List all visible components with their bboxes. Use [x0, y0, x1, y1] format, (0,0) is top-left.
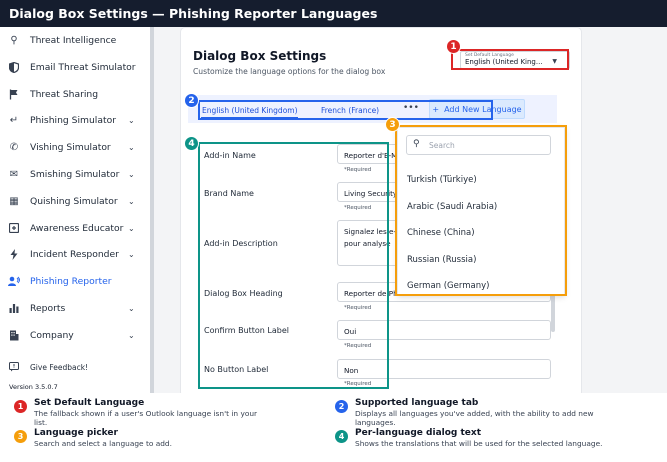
sidebar-item-phishing-simulator[interactable]: ↵ Phishing Simulator ⌄ [0, 107, 150, 133]
bar-chart-icon [8, 302, 20, 314]
sms-icon: ✉ [9, 168, 19, 180]
sidebar-item-label: Email Threat Simulator [30, 61, 136, 73]
legend-title: Supported language tab [355, 398, 479, 408]
legend-description: Displays all languages you've added, wit… [355, 409, 594, 427]
give-feedback-link[interactable]: Give Feedback! [0, 354, 150, 380]
bolt-icon [8, 248, 20, 260]
sidebar-item-company[interactable]: Company ⌄ [0, 322, 150, 348]
sidebar-item-label: Phishing Simulator [30, 114, 116, 126]
main-content: Dialog Box Settings Customize the langua… [154, 27, 667, 393]
callout-box-3 [395, 125, 567, 296]
sidebar-item-vishing-simulator[interactable]: ✆ Vishing Simulator ⌄ [0, 134, 150, 160]
legend: 1 Set Default Language The fallback show… [0, 393, 667, 462]
sidebar-item-label: Awareness Educator [30, 222, 124, 234]
chevron-down-icon[interactable]: ⌄ [128, 197, 135, 206]
legend-description: Search and select a language to add. [34, 439, 172, 448]
shield-icon [8, 61, 20, 73]
sidebar-item-threat-sharing[interactable]: Threat Sharing [0, 81, 150, 107]
sidebar-item-label: Vishing Simulator [30, 141, 111, 153]
legend-description: The fallback shown if a user's Outlook l… [34, 409, 258, 427]
sidebar-item-label: Company [30, 329, 74, 341]
callout-badge-3: 3 [385, 117, 400, 132]
sidebar-item-email-threat-simulator[interactable]: Email Threat Simulator [0, 54, 150, 80]
legend-title: Language picker [34, 428, 118, 438]
callout-box-2 [198, 100, 493, 120]
sidebar: ⚲ Threat Intelligence Email Threat Simul… [0, 27, 150, 393]
legend-badge: 3 [14, 430, 27, 443]
chevron-down-icon[interactable]: ⌄ [128, 250, 135, 259]
legend-title: Per-language dialog text [355, 428, 481, 438]
legend-badge: 2 [335, 400, 348, 413]
sidebar-item-quishing-simulator[interactable]: ▦ Quishing Simulator ⌄ [0, 188, 150, 214]
user-report-icon [8, 275, 20, 287]
sidebar-item-label: Reports [30, 302, 66, 314]
legend-badge: 4 [335, 430, 348, 443]
card-subtitle: Customize the language options for the d… [193, 67, 386, 76]
callout-box-1 [451, 49, 569, 70]
chevron-down-icon[interactable]: ⌄ [128, 331, 135, 340]
sidebar-item-label: Threat Intelligence [30, 34, 117, 46]
callout-badge-1: 1 [446, 39, 461, 54]
building-icon [8, 329, 20, 341]
sidebar-item-label: Smishing Simulator [30, 168, 120, 180]
sidebar-item-phishing-reporter[interactable]: Phishing Reporter [0, 268, 150, 294]
version-label: Version 3.5.0.7 [9, 383, 58, 391]
sidebar-item-awareness-educator[interactable]: Awareness Educator ⌄ [0, 215, 150, 241]
legend-description: Shows the translations that will be used… [355, 439, 603, 448]
flag-icon [8, 88, 20, 100]
card-title: Dialog Box Settings [193, 49, 327, 63]
sidebar-item-label: Threat Sharing [30, 88, 99, 100]
sidebar-item-label: Quishing Simulator [30, 195, 118, 207]
search-icon: ⚲ [10, 34, 18, 46]
chevron-down-icon[interactable]: ⌄ [128, 170, 135, 179]
hook-icon: ↵ [9, 114, 19, 126]
sidebar-item-incident-responder[interactable]: Incident Responder ⌄ [0, 241, 150, 267]
sidebar-item-smishing-simulator[interactable]: ✉ Smishing Simulator ⌄ [0, 161, 150, 187]
chevron-down-icon[interactable]: ⌄ [128, 143, 135, 152]
chevron-down-icon[interactable]: ⌄ [128, 116, 135, 125]
sidebar-item-reports[interactable]: Reports ⌄ [0, 295, 150, 321]
page-title: Dialog Box Settings — Phishing Reporter … [0, 0, 667, 27]
graduation-cap-icon [8, 222, 20, 234]
sidebar-item-threat-intelligence[interactable]: ⚲ Threat Intelligence [0, 27, 150, 53]
phone-icon: ✆ [9, 141, 19, 153]
legend-badge: 1 [14, 400, 27, 413]
chevron-down-icon[interactable]: ⌄ [128, 224, 135, 233]
callout-box-4 [198, 142, 389, 389]
callout-badge-2: 2 [184, 93, 199, 108]
qr-code-icon: ▦ [9, 195, 19, 207]
legend-title: Set Default Language [34, 398, 145, 408]
sidebar-item-label: Phishing Reporter [30, 275, 112, 287]
chevron-down-icon[interactable]: ⌄ [128, 304, 135, 313]
give-feedback-label: Give Feedback! [30, 362, 89, 372]
callout-badge-4: 4 [184, 136, 199, 151]
sidebar-item-label: Incident Responder [30, 248, 119, 260]
feedback-icon [8, 361, 20, 373]
